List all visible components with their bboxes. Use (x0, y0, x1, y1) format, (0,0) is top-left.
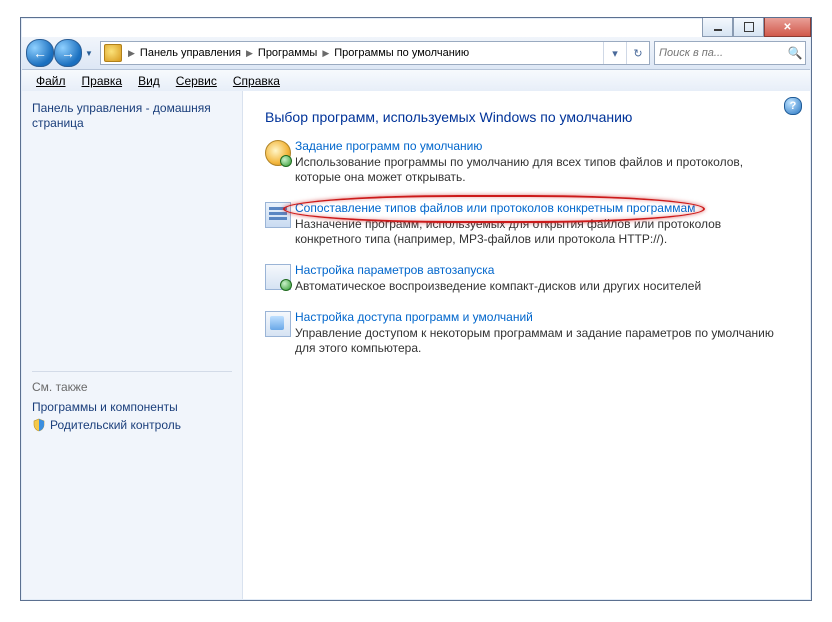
maximize-button[interactable] (733, 18, 764, 37)
sidebar-link-label: Родительский контроль (50, 418, 181, 432)
search-icon[interactable]: 🔍 (785, 46, 805, 60)
option-set-default-programs: Задание программ по умолчанию Использова… (265, 139, 788, 185)
sidebar-home-link[interactable]: Панель управления - домашняя страница (32, 101, 232, 131)
page-title: Выбор программ, используемых Windows по … (265, 109, 788, 125)
control-panel-icon (104, 44, 122, 62)
minimize-button[interactable] (702, 18, 733, 37)
explorer-window: ← → ▼ ▶ Панель управления ▶ Программы ▶ … (20, 17, 812, 601)
program-access-icon (265, 311, 291, 337)
option-link[interactable]: Задание программ по умолчанию (295, 139, 482, 153)
breadcrumb-item[interactable]: Программы по умолчанию (332, 47, 471, 59)
sidebar-separator (32, 371, 232, 372)
option-description: Использование программы по умолчанию для… (295, 155, 788, 185)
breadcrumb-item[interactable]: Панель управления (138, 47, 243, 59)
help-icon[interactable]: ? (784, 97, 802, 115)
option-link[interactable]: Настройка доступа программ и умолчаний (295, 310, 533, 324)
back-button[interactable]: ← (26, 39, 54, 67)
shield-icon (32, 418, 46, 432)
menu-help[interactable]: Справка (225, 72, 288, 90)
option-program-access-defaults: Настройка доступа программ и умолчаний У… (265, 310, 788, 356)
option-description: Управление доступом к некоторым программ… (295, 326, 788, 356)
sidebar-link-parental-controls[interactable]: Родительский контроль (32, 418, 232, 432)
chevron-right-icon[interactable]: ▶ (243, 48, 256, 59)
sidebar: Панель управления - домашняя страница См… (22, 91, 243, 599)
menu-tools[interactable]: Сервис (168, 72, 225, 90)
chevron-right-icon[interactable]: ▶ (319, 48, 332, 59)
file-assoc-icon (265, 202, 291, 228)
refresh-button[interactable]: ↻ (626, 42, 649, 64)
address-bar[interactable]: ▶ Панель управления ▶ Программы ▶ Програ… (100, 41, 650, 65)
highlight-annotation: Сопоставление типов файлов или протоколо… (295, 201, 695, 215)
sidebar-link-label: Программы и компоненты (32, 400, 178, 414)
nav-history-dropdown[interactable]: ▼ (82, 40, 96, 66)
sidebar-see-also-label: См. также (32, 380, 232, 394)
option-autoplay-settings: Настройка параметров автозапуска Автомат… (265, 263, 788, 294)
address-dropdown-button[interactable]: ▾ (603, 42, 626, 64)
nav-bar: ← → ▼ ▶ Панель управления ▶ Программы ▶ … (22, 37, 810, 70)
window-body: Панель управления - домашняя страница См… (22, 91, 810, 599)
option-associate-file-types: Сопоставление типов файлов или протоколо… (265, 201, 788, 247)
search-input[interactable] (655, 47, 785, 59)
chevron-right-icon[interactable]: ▶ (125, 48, 138, 59)
forward-button[interactable]: → (54, 39, 82, 67)
menu-file[interactable]: Файл (28, 72, 74, 90)
content-pane: ? Выбор программ, используемых Windows п… (243, 91, 810, 599)
menu-edit[interactable]: Правка (74, 72, 131, 90)
sidebar-link-programs-features[interactable]: Программы и компоненты (32, 400, 232, 414)
option-description: Назначение программ, используемых для от… (295, 217, 788, 247)
autoplay-icon (265, 264, 291, 290)
breadcrumb-item[interactable]: Программы (256, 47, 319, 59)
default-programs-icon (265, 140, 291, 166)
menu-view[interactable]: Вид (130, 72, 168, 90)
window-caption-buttons (702, 18, 811, 38)
search-box[interactable]: 🔍 (654, 41, 806, 65)
close-button[interactable] (764, 18, 811, 37)
option-link[interactable]: Настройка параметров автозапуска (295, 263, 494, 277)
option-link[interactable]: Сопоставление типов файлов или протоколо… (295, 201, 695, 215)
option-description: Автоматическое воспроизведение компакт-д… (295, 279, 788, 294)
menu-bar: Файл Правка Вид Сервис Справка (22, 70, 810, 92)
